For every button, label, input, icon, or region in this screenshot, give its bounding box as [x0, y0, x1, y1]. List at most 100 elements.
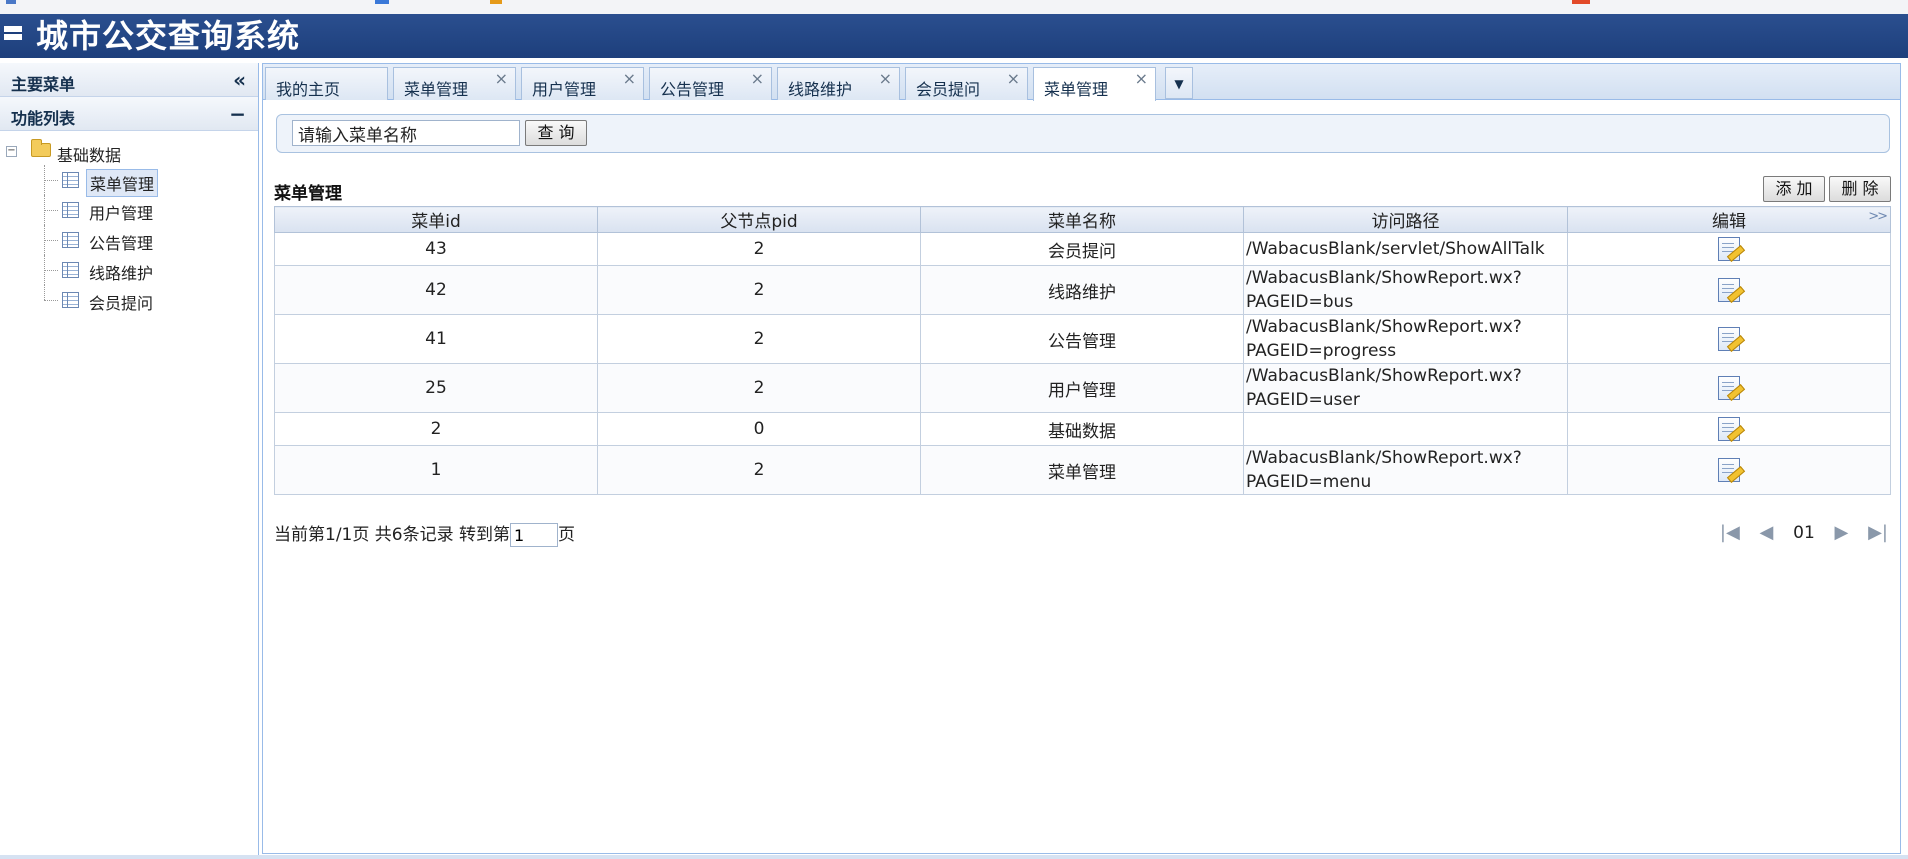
sidebar-item-label: 线路维护: [89, 264, 154, 283]
table-icon: [62, 202, 79, 218]
edit-icon[interactable]: [1718, 458, 1740, 482]
tree-collapse-icon[interactable]: −: [6, 146, 17, 157]
sidebar-item-menu-management[interactable]: 菜单管理: [0, 165, 258, 197]
edit-icon[interactable]: [1718, 327, 1740, 351]
edit-icon[interactable]: [1718, 417, 1740, 441]
table-row[interactable]: 43 2 会员提问 /WabacusBlank/servlet/ShowAllT…: [274, 232, 1891, 266]
edit-icon[interactable]: [1718, 237, 1740, 261]
edit-icon[interactable]: [1718, 376, 1740, 400]
cell-name: 线路维护: [920, 265, 1244, 315]
column-header-parent-pid[interactable]: 父节点pid: [597, 206, 921, 233]
path-line: /WabacusBlank/servlet/ShowAllTalk: [1246, 239, 1545, 259]
cell-pid: 2: [597, 232, 921, 266]
table-row[interactable]: 42 2 线路维护 /WabacusBlank/ShowReport.wx? PA…: [274, 265, 1891, 315]
tab-member-questions[interactable]: 会员提问 ×: [905, 67, 1028, 100]
tab-user-management[interactable]: 用户管理 ×: [521, 67, 644, 100]
tab-announcement-management[interactable]: 公告管理 ×: [649, 67, 772, 100]
menu-name-search-input[interactable]: [292, 120, 520, 146]
close-icon[interactable]: ×: [495, 69, 508, 88]
tab-route-maintenance[interactable]: 线路维护 ×: [777, 67, 900, 100]
column-header-edit[interactable]: 编辑 >>: [1567, 206, 1891, 233]
path-line: /WabacusBlank/ShowReport.wx?: [1246, 448, 1522, 468]
column-header-access-path[interactable]: 访问路径: [1243, 206, 1568, 233]
path-line: /WabacusBlank/ShowReport.wx?: [1246, 268, 1522, 288]
page-number[interactable]: 01: [1793, 523, 1815, 543]
cell-edit: [1567, 412, 1891, 446]
tab-list-dropdown-icon[interactable]: ▼: [1165, 67, 1193, 99]
path-line: /WabacusBlank/ShowReport.wx?: [1246, 366, 1522, 386]
table-row[interactable]: 2 0 基础数据: [274, 412, 1891, 446]
cell-id: 25: [274, 363, 598, 413]
cell-pid: 0: [597, 412, 921, 446]
table-row[interactable]: 41 2 公告管理 /WabacusBlank/ShowReport.wx? PA…: [274, 314, 1891, 364]
column-header-menu-id[interactable]: 菜单id: [274, 206, 598, 233]
tree-node-basic-data[interactable]: − 基础数据: [0, 139, 258, 165]
table-icon: [62, 232, 79, 248]
function-list-label: 功能列表: [11, 109, 76, 128]
path-line: PAGEID=menu: [1246, 472, 1372, 492]
collapse-sidebar-icon[interactable]: «: [233, 68, 246, 92]
close-icon[interactable]: ×: [1007, 69, 1020, 88]
pager-text: 当前第1/1页 共6条记录 转到第: [274, 525, 510, 545]
last-page-icon[interactable]: ▶|: [1868, 522, 1888, 543]
cell-path: /WabacusBlank/ShowReport.wx? PAGEID=progr…: [1243, 314, 1568, 364]
cell-edit: [1567, 232, 1891, 266]
cell-name: 公告管理: [920, 314, 1244, 364]
tab-menu-management-active[interactable]: 菜单管理 ×: [1033, 67, 1156, 101]
main-menu-header: 主要菜单 «: [0, 63, 258, 97]
sidebar-item-route-maintenance[interactable]: 线路维护: [0, 255, 258, 285]
table-row[interactable]: 25 2 用户管理 /WabacusBlank/ShowReport.wx? PA…: [274, 363, 1891, 413]
cell-name: 基础数据: [920, 412, 1244, 446]
collapse-panel-icon[interactable]: −: [229, 102, 246, 126]
prev-page-icon[interactable]: ◀: [1760, 522, 1774, 543]
column-header-label: 编辑: [1712, 212, 1746, 232]
table-icon: [62, 172, 79, 188]
search-button[interactable]: 查 询: [525, 120, 587, 146]
cell-pid: 2: [597, 265, 921, 315]
cell-id: 2: [274, 412, 598, 446]
folder-open-icon: [31, 139, 51, 157]
cell-path: /WabacusBlank/ShowReport.wx? PAGEID=menu: [1243, 445, 1568, 495]
edit-icon[interactable]: [1718, 278, 1740, 302]
tab-home[interactable]: 我的主页: [265, 67, 388, 100]
tab-label: 菜单管理: [404, 80, 469, 99]
add-button[interactable]: 添 加: [1763, 176, 1825, 202]
cell-id: 1: [274, 445, 598, 495]
path-line: /WabacusBlank/ShowReport.wx?: [1246, 317, 1522, 337]
cell-edit: [1567, 265, 1891, 315]
main-panel: 我的主页 菜单管理 × 用户管理 × 公告管理 × 线路维护 × 会员提问 × …: [262, 63, 1901, 854]
expand-columns-icon[interactable]: >>: [1868, 209, 1888, 224]
close-icon[interactable]: ×: [1135, 69, 1148, 88]
close-icon[interactable]: ×: [623, 69, 636, 88]
cell-pid: 2: [597, 445, 921, 495]
function-list-header[interactable]: 功能列表 −: [0, 97, 258, 131]
menu-table: 菜单id 父节点pid 菜单名称 访问路径 编辑 >> 43 2 会员提问 /Wa…: [274, 206, 1891, 495]
close-icon[interactable]: ×: [751, 69, 764, 88]
cell-id: 42: [274, 265, 598, 315]
tab-label: 用户管理: [532, 80, 597, 99]
pager-nav: |◀ ◀ 01 ▶ ▶|: [1706, 522, 1888, 543]
table-icon: [62, 262, 79, 278]
cell-edit: [1567, 445, 1891, 495]
bottom-border: [0, 855, 1908, 859]
cell-id: 43: [274, 232, 598, 266]
tab-label: 会员提问: [916, 80, 981, 99]
function-tree: − 基础数据 菜单管理 用户管理 公告管理 线路维护 会员提问: [0, 131, 258, 315]
close-icon[interactable]: ×: [879, 69, 892, 88]
sidebar-item-label: 会员提问: [89, 294, 154, 313]
cell-id: 41: [274, 314, 598, 364]
sidebar-item-announcement-management[interactable]: 公告管理: [0, 225, 258, 255]
table-row[interactable]: 1 2 菜单管理 /WabacusBlank/ShowReport.wx? PAG…: [274, 445, 1891, 495]
app-banner: 城市公交查询系统: [0, 14, 1908, 58]
first-page-icon[interactable]: |◀: [1720, 522, 1740, 543]
cell-path: [1243, 412, 1568, 446]
goto-page-input[interactable]: [509, 523, 558, 547]
sidebar-item-member-questions[interactable]: 会员提问: [0, 285, 258, 315]
column-header-menu-name[interactable]: 菜单名称: [920, 206, 1244, 233]
delete-button[interactable]: 删 除: [1829, 176, 1891, 202]
next-page-icon[interactable]: ▶: [1835, 522, 1849, 543]
tab-menu-management[interactable]: 菜单管理 ×: [393, 67, 516, 100]
sidebar-item-user-management[interactable]: 用户管理: [0, 195, 258, 225]
tab-label: 公告管理: [660, 80, 725, 99]
table-icon: [62, 292, 79, 308]
